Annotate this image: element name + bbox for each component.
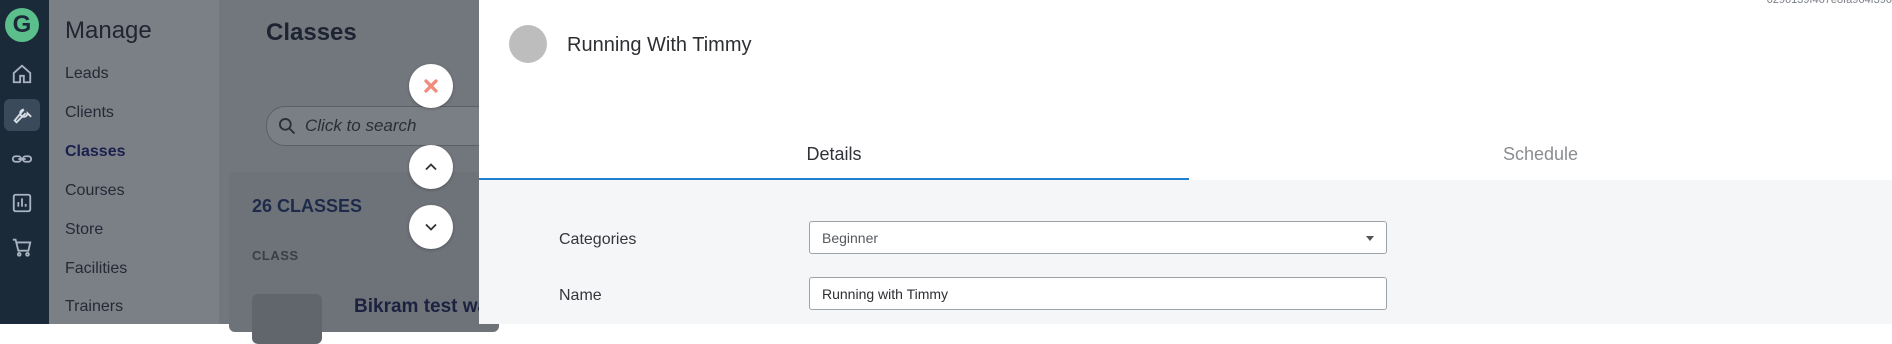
app-rail: G <box>0 0 49 324</box>
name-label: Name <box>559 287 602 304</box>
manage-item-store[interactable]: Store <box>65 221 103 239</box>
app-logo[interactable]: G <box>5 8 39 42</box>
logo-letter: G <box>12 11 32 38</box>
home-icon[interactable] <box>4 58 40 90</box>
cart-icon[interactable] <box>4 231 40 263</box>
class-detail-drawer: 6296139f467e8fa964f390 Running With Timm… <box>479 0 1892 324</box>
manage-item-leads[interactable]: Leads <box>65 65 109 83</box>
column-header-class: CLASS <box>252 248 299 263</box>
categories-value: Beginner <box>822 229 879 246</box>
search-icon <box>279 118 296 135</box>
page-title: Classes <box>266 19 357 46</box>
close-icon <box>424 79 438 93</box>
chevron-down-icon <box>425 223 437 231</box>
manage-item-facilities[interactable]: Facilities <box>65 260 127 278</box>
record-id: 6296139f467e8fa964f390 <box>1766 0 1892 6</box>
chart-icon[interactable] <box>4 187 40 219</box>
manage-title: Manage <box>65 17 152 44</box>
close-button[interactable] <box>409 64 453 108</box>
tab-schedule[interactable]: Schedule <box>1189 130 1892 180</box>
drawer-tabs: Details Schedule <box>479 130 1892 180</box>
tab-details[interactable]: Details <box>479 130 1189 180</box>
name-field[interactable] <box>809 277 1387 310</box>
manage-item-courses[interactable]: Courses <box>65 182 125 200</box>
avatar <box>509 25 547 63</box>
previous-button[interactable] <box>409 145 453 189</box>
manage-item-trainers[interactable]: Trainers <box>65 298 123 316</box>
class-row-name[interactable]: Bikram test wai <box>354 296 493 318</box>
manage-item-classes[interactable]: Classes <box>65 143 126 161</box>
dropdown-caret-icon <box>1366 236 1374 241</box>
search-input[interactable] <box>303 115 507 137</box>
drawer-title: Running With Timmy <box>567 34 752 56</box>
classes-card: 26 CLASSES CLASS Bikram test wai <box>229 172 499 344</box>
chevron-up-icon <box>425 163 437 171</box>
categories-label: Categories <box>559 231 637 248</box>
search-box[interactable] <box>266 106 508 146</box>
next-button[interactable] <box>409 205 453 249</box>
classes-count: 26 CLASSES <box>252 196 363 216</box>
link-icon[interactable] <box>4 143 40 175</box>
manage-panel: Manage Leads Clients Classes Courses Sto… <box>49 0 219 324</box>
manage-item-clients[interactable]: Clients <box>65 104 114 122</box>
details-form: Categories Beginner Name <box>479 180 1892 324</box>
class-thumbnail <box>252 294 322 344</box>
wrench-icon[interactable] <box>4 99 40 131</box>
categories-select[interactable]: Beginner <box>809 221 1387 254</box>
